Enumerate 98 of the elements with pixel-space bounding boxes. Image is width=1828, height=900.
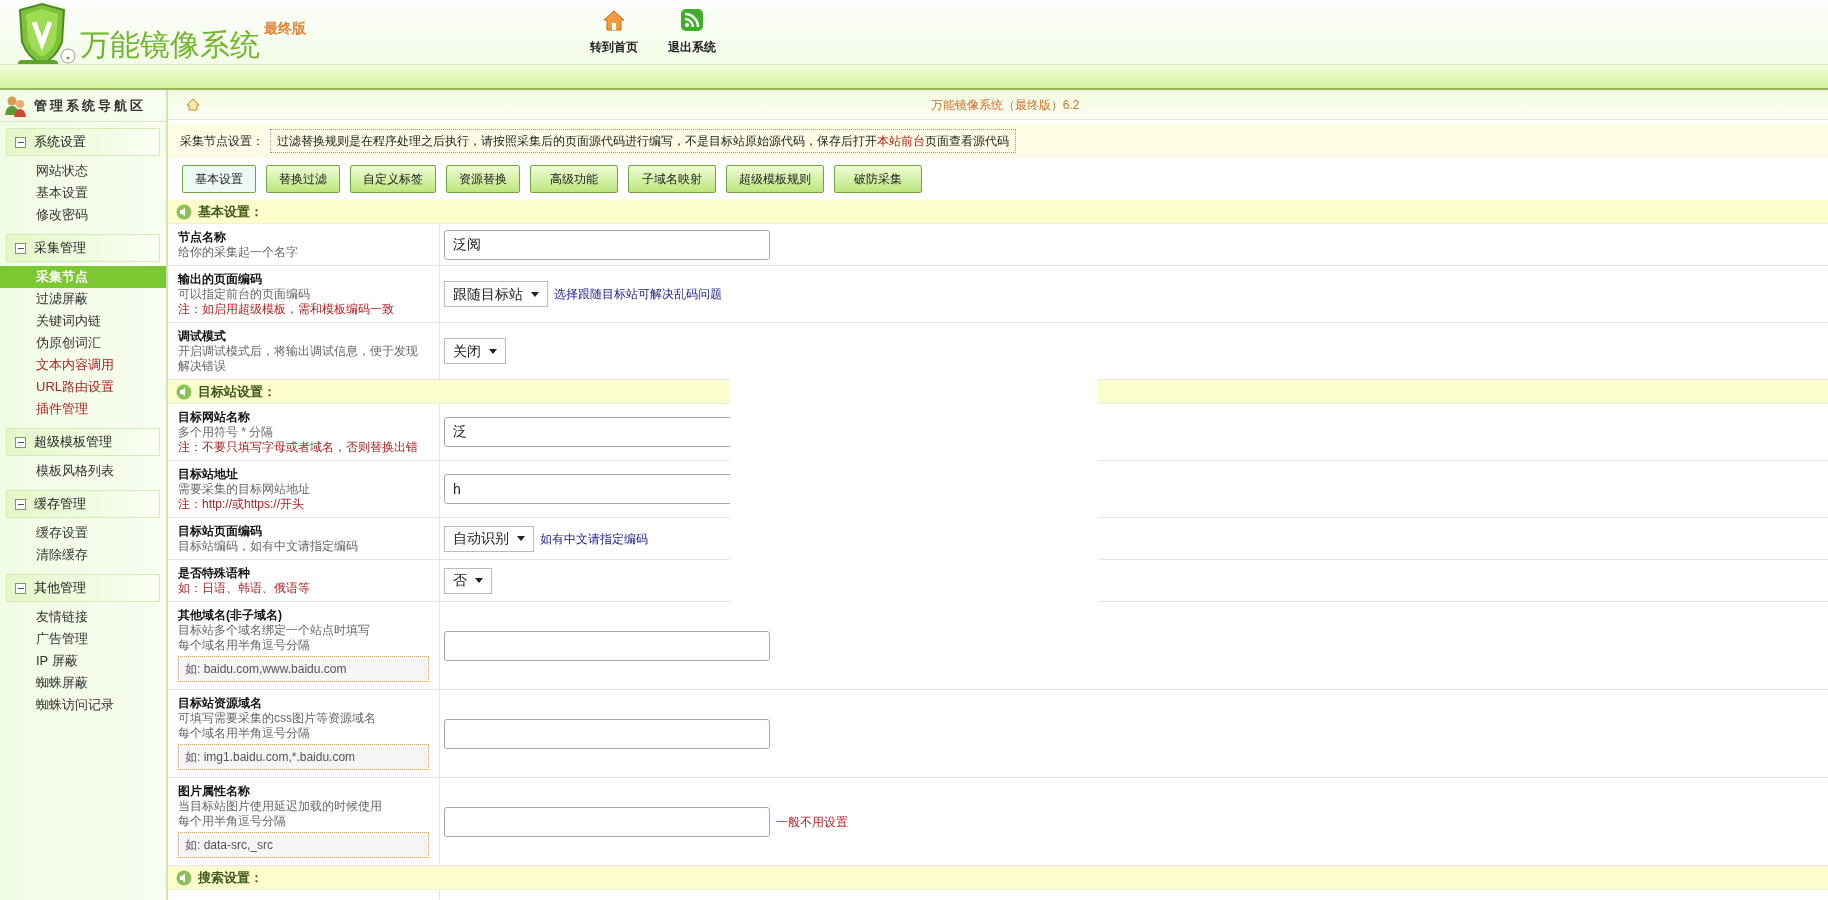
field-hint: 可以指定前台的页面编码: [178, 287, 311, 302]
field-label: 目标网站名称: [178, 409, 251, 425]
speaker-icon: [176, 383, 192, 400]
sidebar-item[interactable]: 基本设置: [0, 182, 166, 204]
tab[interactable]: 替换过滤: [266, 165, 340, 193]
sidebar-item[interactable]: 模板风格列表: [0, 460, 166, 482]
tab[interactable]: 子域名映射: [628, 165, 716, 193]
collapse-icon: [15, 136, 26, 148]
edition-label: 最终版: [264, 19, 306, 38]
sidebar-item[interactable]: 蜘蛛访问记录: [0, 694, 166, 716]
feed-icon: [680, 8, 704, 32]
field-label: 图片属性名称: [178, 783, 251, 799]
caret-icon: [531, 291, 539, 297]
tab[interactable]: 超级模板规则: [726, 165, 824, 193]
speaker-icon: [176, 869, 192, 886]
field-note: 选择跟随目标站可解决乱码问题: [554, 286, 722, 303]
field-hint: 每个域名用半角逗号分隔: [178, 638, 311, 653]
field-note: 如有中文请指定编码: [540, 530, 648, 548]
collapse-icon: [15, 498, 26, 510]
example-box: 如: baidu.com,www.baidu.com: [178, 656, 429, 682]
text-field[interactable]: 泛阅: [444, 229, 770, 260]
group-header[interactable]: 系统设置: [6, 128, 160, 156]
sidebar-item[interactable]: 缓存设置: [0, 522, 166, 544]
collapse-icon: [15, 582, 26, 594]
text-field[interactable]: [444, 718, 770, 749]
sidebar-item[interactable]: 过滤屏蔽: [0, 288, 166, 310]
page-title: 万能镜像系统（最终版）6.2: [929, 96, 1081, 114]
collapse-icon: [15, 436, 26, 448]
field-hint: 如：日语、韩语、俄语等: [178, 581, 311, 596]
app-title: 万能镜像系统: [80, 27, 260, 63]
text-field[interactable]: [444, 806, 770, 837]
sidebar-item[interactable]: 广告管理: [0, 628, 166, 650]
nav-link[interactable]: 退出系统: [668, 8, 716, 56]
sidebar-item[interactable]: 友情链接: [0, 606, 166, 628]
notice-text: 过滤替换规则是在程序处理之后执行，请按照采集后的页面源代码进行编写，不是目标站原始源代码，保存后打开本站前台页面查看源代码: [270, 129, 1016, 153]
example-box: 如: img1.baidu.com,*.baidu.com: [178, 744, 429, 770]
dropdown[interactable]: 跟随目标站: [444, 281, 548, 307]
dropdown[interactable]: 否: [444, 567, 492, 594]
dropdown[interactable]: 自动识别: [444, 525, 534, 552]
sidebar-item[interactable]: URL路由设置: [0, 376, 166, 398]
sidebar-item[interactable]: 网站状态: [0, 160, 166, 182]
sidebar-item[interactable]: 修改密码: [0, 204, 166, 226]
field-label: 是否特殊语种: [178, 565, 251, 581]
tab[interactable]: 资源替换: [446, 165, 520, 193]
section-title: 基本设置：: [198, 202, 263, 221]
caret-icon: [475, 578, 483, 583]
sidebar-item[interactable]: 插件管理: [0, 398, 166, 420]
field-hint: 目标站编码，如有中文请指定编码: [178, 539, 359, 554]
sidebar-title: 管理系统导航区: [34, 96, 146, 115]
field-hint: 注：不要只填写字母或者域名，否则替换出错: [178, 440, 419, 455]
speaker-icon: [176, 203, 192, 220]
sidebar-item[interactable]: 清除缓存: [0, 544, 166, 566]
dropdown[interactable]: 关闭: [444, 338, 506, 364]
field-hint: 注：http://或https://开头: [178, 497, 306, 512]
nav-link[interactable]: 转到首页: [590, 8, 638, 56]
field-hint: 每个域名用半角逗号分隔: [178, 726, 311, 741]
tab[interactable]: 基本设置: [182, 165, 256, 193]
example-box: 如: data-src,_src: [178, 832, 429, 858]
field-label: 节点名称: [178, 229, 227, 245]
home-icon: [186, 98, 200, 111]
field-hint: 当目标站图片使用延迟加载的时候使用: [178, 799, 383, 814]
collapse-icon: [15, 242, 26, 254]
sidebar-item[interactable]: 文本内容调用: [0, 354, 166, 376]
sidebar-item[interactable]: IP 屏蔽: [0, 650, 166, 672]
tab[interactable]: 破防采集: [834, 165, 922, 193]
tab[interactable]: 自定义标签: [350, 165, 436, 193]
notice-label: 采集节点设置：: [180, 133, 264, 150]
field-hint: 每个用半角逗号分隔: [178, 814, 287, 829]
section-title: 目标站设置：: [198, 382, 276, 401]
field-hint: 注：如启用超级模板，需和模板编码一致: [178, 302, 395, 317]
sidebar-item[interactable]: 伪原创词汇: [0, 332, 166, 354]
field-hint: 需要采集的目标网站地址: [178, 482, 311, 497]
field-hint: 给你的采集起一个名字: [178, 245, 299, 260]
field-hint: 开启调试模式后，将输出调试信息，便于发现解决错误: [178, 344, 419, 374]
group-header[interactable]: 缓存管理: [6, 490, 160, 518]
text-field[interactable]: [444, 630, 770, 661]
field-label: 目标站资源域名: [178, 695, 263, 711]
sidebar-item[interactable]: 关键词内链: [0, 310, 166, 332]
users-icon: [4, 94, 28, 117]
home-icon: [602, 8, 626, 32]
field-label: 输出的页面编码: [178, 271, 263, 287]
field-label: 目标站地址: [178, 466, 239, 482]
field-label: 调试模式: [178, 328, 227, 344]
caret-icon: [517, 536, 525, 541]
frontend-link[interactable]: 本站前台: [877, 134, 925, 148]
field-label: 目标站页面编码: [178, 523, 263, 539]
field-note: 一般不用设置: [776, 813, 848, 831]
group-header[interactable]: 其他管理: [6, 574, 160, 602]
tab[interactable]: 高级功能: [530, 165, 618, 193]
field-hint: 多个用符号 * 分隔: [178, 425, 275, 440]
caret-icon: [489, 348, 497, 354]
sidebar-item[interactable]: 蜘蛛屏蔽: [0, 672, 166, 694]
field-hint: 可填写需要采集的css图片等资源域名: [178, 711, 377, 726]
group-header[interactable]: 采集管理: [6, 234, 160, 262]
field-hint: 目标站多个域名绑定一个站点时填写: [178, 623, 371, 638]
group-header[interactable]: 超级模板管理: [6, 428, 160, 456]
field-label: 其他域名(非子域名): [178, 607, 283, 623]
section-title: 搜索设置：: [198, 868, 263, 887]
